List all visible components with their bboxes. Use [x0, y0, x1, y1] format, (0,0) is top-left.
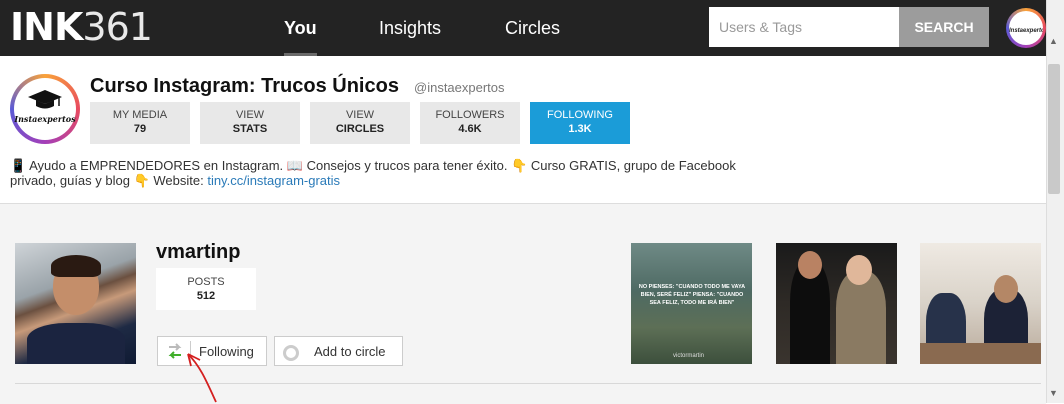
stat-view-circles[interactable]: VIEW CIRCLES: [310, 102, 410, 144]
photo-shirt: [27, 323, 125, 364]
thumbnail-quote: NO PIENSES: "CUANDO TODO ME VAYA BIEN, S…: [638, 284, 746, 306]
photo-face: [994, 275, 1018, 303]
media-thumbnail[interactable]: [920, 243, 1041, 364]
logo-361: 361: [82, 5, 153, 49]
circle-icon: [283, 345, 299, 361]
search-input[interactable]: [709, 7, 899, 47]
photo-face: [846, 255, 872, 285]
posts-label: POSTS: [187, 276, 225, 288]
account-avatar-brand: Instaexpertos: [1009, 11, 1043, 45]
user-posts-count: POSTS 512: [156, 268, 256, 310]
bio-website-link[interactable]: tiny.cc/instagram-gratis: [207, 173, 340, 188]
search-button[interactable]: SEARCH: [899, 7, 989, 47]
stat-my-media[interactable]: MY MEDIA 79: [90, 102, 190, 144]
add-to-circle-button[interactable]: Add to circle: [274, 336, 403, 366]
stat-followers[interactable]: FOLLOWERS 4.6K: [420, 102, 520, 144]
profile-handle: @instaexpertos: [414, 80, 505, 95]
thumbnail-credit: victormartin: [673, 353, 705, 359]
photo-person: [836, 271, 886, 364]
graduation-cap-icon: [28, 90, 62, 109]
stat-label: FOLLOWERS: [435, 109, 505, 121]
scroll-up-arrow-icon[interactable]: ▲: [1049, 36, 1058, 46]
bio-line-1: 📱 Ayudo a EMPRENDEDORES en Instagram. 📖 …: [10, 158, 736, 173]
stat-value: CIRCLES: [335, 123, 385, 135]
scrollbar[interactable]: [1046, 0, 1064, 403]
stat-following[interactable]: FOLLOWING 1.3K: [530, 102, 630, 144]
bio-line-2: privado, guías y blog 👇 Website:: [10, 173, 208, 188]
annotation-arrow-icon: [187, 353, 217, 403]
nav-circles[interactable]: Circles: [505, 0, 560, 56]
profile-avatar[interactable]: Instaexpertos: [10, 74, 80, 144]
user-name[interactable]: vmartinp: [156, 241, 240, 264]
stat-value: 79: [133, 123, 147, 135]
nav-you[interactable]: You: [284, 0, 317, 56]
posts-value: 512: [196, 290, 216, 302]
stat-value: 4.6K: [458, 123, 482, 135]
stat-label: MY MEDIA: [112, 109, 168, 121]
media-thumbnail[interactable]: [776, 243, 897, 364]
ink361-logo[interactable]: INK361: [10, 5, 153, 49]
photo-face: [798, 251, 822, 279]
photo-table: [920, 343, 1041, 364]
profile-avatar-inner: Instaexpertos: [14, 78, 76, 140]
user-avatar-photo[interactable]: [15, 243, 136, 364]
nav-insights[interactable]: Insights: [379, 0, 441, 56]
scrollbar-thumb[interactable]: [1048, 64, 1060, 194]
photo-hair: [51, 255, 101, 277]
logo-ink: INK: [10, 5, 83, 49]
stat-label: FOLLOWING: [546, 109, 613, 121]
stat-label: VIEW: [235, 109, 265, 121]
stat-value: 1.3K: [568, 123, 592, 135]
scroll-down-arrow-icon[interactable]: ▼: [1049, 388, 1058, 398]
profile-bio: 📱 Ayudo a EMPRENDEDORES en Instagram. 📖 …: [10, 158, 780, 188]
account-avatar[interactable]: Instaexpertos: [1006, 8, 1046, 48]
media-thumbnail[interactable]: NO PIENSES: "CUANDO TODO ME VAYA BIEN, S…: [631, 243, 752, 364]
stat-label: VIEW: [345, 109, 375, 121]
stat-view-stats[interactable]: VIEW STATS: [200, 102, 300, 144]
add-to-circle-label: Add to circle: [314, 344, 386, 359]
stat-value: STATS: [232, 123, 268, 135]
profile-avatar-brand: Instaexpertos: [14, 114, 76, 124]
profile-name: Curso Instagram: Trucos Únicos: [90, 75, 399, 97]
